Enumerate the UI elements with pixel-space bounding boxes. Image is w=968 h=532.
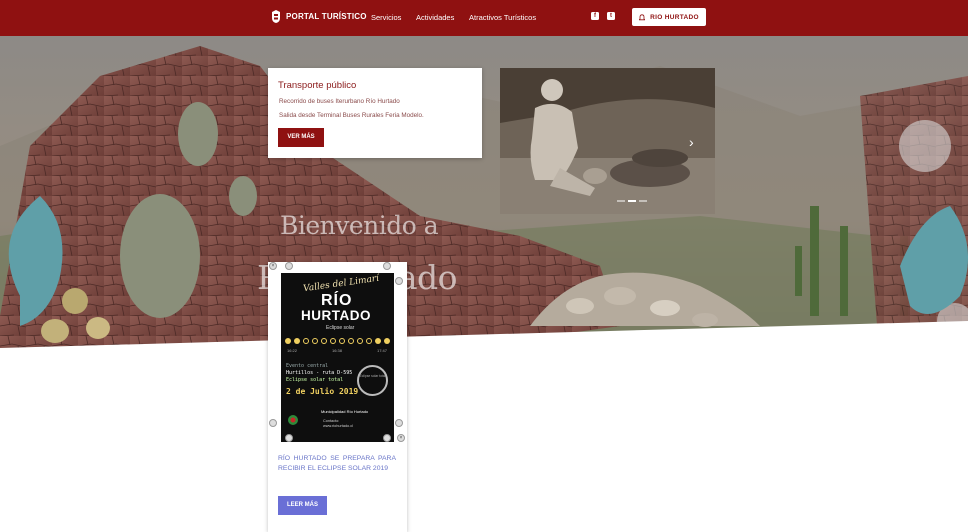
leer-mas-button[interactable]: LEER MÁS [278, 496, 327, 515]
nav-link-atractivos[interactable]: Atractivos Turísticos [469, 13, 536, 22]
nav-link-actividades[interactable]: Actividades [416, 13, 454, 22]
rio-hurtado-label: RIO HURTADO [650, 13, 699, 21]
brand-name: PORTAL TURÍSTICO [286, 12, 367, 21]
slider-dot[interactable] [617, 200, 625, 202]
top-navbar: PORTAL TURÍSTICO Servicios Actividades A… [0, 0, 968, 36]
poster-contact: Contacto: www.riohurtado.cl [323, 419, 353, 428]
resize-handle-icon[interactable] [285, 434, 293, 442]
poster-event1: Evento central [286, 363, 329, 369]
slider-next-arrow[interactable]: › [689, 134, 694, 150]
close-handle-icon[interactable]: × [269, 262, 277, 270]
hero-photo [0, 36, 968, 366]
slider-dot[interactable] [639, 200, 647, 202]
hero-banner [0, 36, 968, 366]
transport-title: Transporte público [278, 80, 357, 91]
resize-handle-icon[interactable] [285, 262, 293, 270]
poster-date: 2 de Julio 2019 [286, 387, 359, 396]
image-slider[interactable] [500, 68, 715, 214]
municipality-logo [288, 415, 298, 425]
poster-line4: Eclipse solar [326, 325, 355, 331]
resize-handle-icon[interactable] [269, 419, 277, 427]
twitter-icon[interactable]: t [607, 12, 615, 20]
facebook-icon[interactable]: f [591, 12, 599, 20]
slider-dots[interactable] [617, 200, 647, 202]
coat-of-arms-icon [272, 10, 280, 23]
transport-route: Recorrido de buses Iterurbano Río Hurtad… [279, 98, 400, 105]
bell-icon [639, 13, 646, 20]
poster-event2: Hurtillos - ruta D-595 [286, 370, 353, 376]
poster-times: 16:22 16:38 17:47 [287, 348, 387, 353]
slider-image [500, 68, 715, 214]
poster-municipality: Municipalidad Río Hurtado [321, 409, 369, 414]
resize-handle-icon[interactable] [383, 262, 391, 270]
resize-handle-icon[interactable] [383, 434, 391, 442]
slider-dot-active[interactable] [628, 200, 636, 202]
eclipse-ring: Eclipse solar total [357, 365, 388, 396]
eclipse-poster[interactable]: Valles del Limarí RÍO HURTADO Eclipse so… [281, 273, 394, 442]
brand-link[interactable]: PORTAL TURÍSTICO [271, 9, 367, 24]
eclipse-phases [285, 338, 390, 344]
transport-card: Transporte público Recorrido de buses It… [268, 68, 482, 158]
poster-event3: Eclipse solar total [286, 377, 344, 383]
poster-line3: HURTADO [301, 308, 371, 323]
nav-link-servicios[interactable]: Servicios [371, 13, 401, 22]
rio-hurtado-button[interactable]: RIO HURTADO [632, 8, 706, 26]
ver-mas-button[interactable]: VER MÁS [278, 128, 324, 147]
welcome-line-1: Bienvenido a [280, 211, 439, 240]
close-handle-icon[interactable]: × [397, 434, 405, 442]
resize-handle-icon[interactable] [395, 419, 403, 427]
resize-handle-icon[interactable] [395, 277, 403, 285]
transport-departure: Salida desde Terminal Buses Rurales Feri… [279, 112, 424, 119]
news-card: Valles del Limarí RÍO HURTADO Eclipse so… [268, 262, 407, 532]
news-title[interactable]: RÍO HURTADO SE PREPARA PARA RECIBIR EL E… [278, 454, 396, 474]
